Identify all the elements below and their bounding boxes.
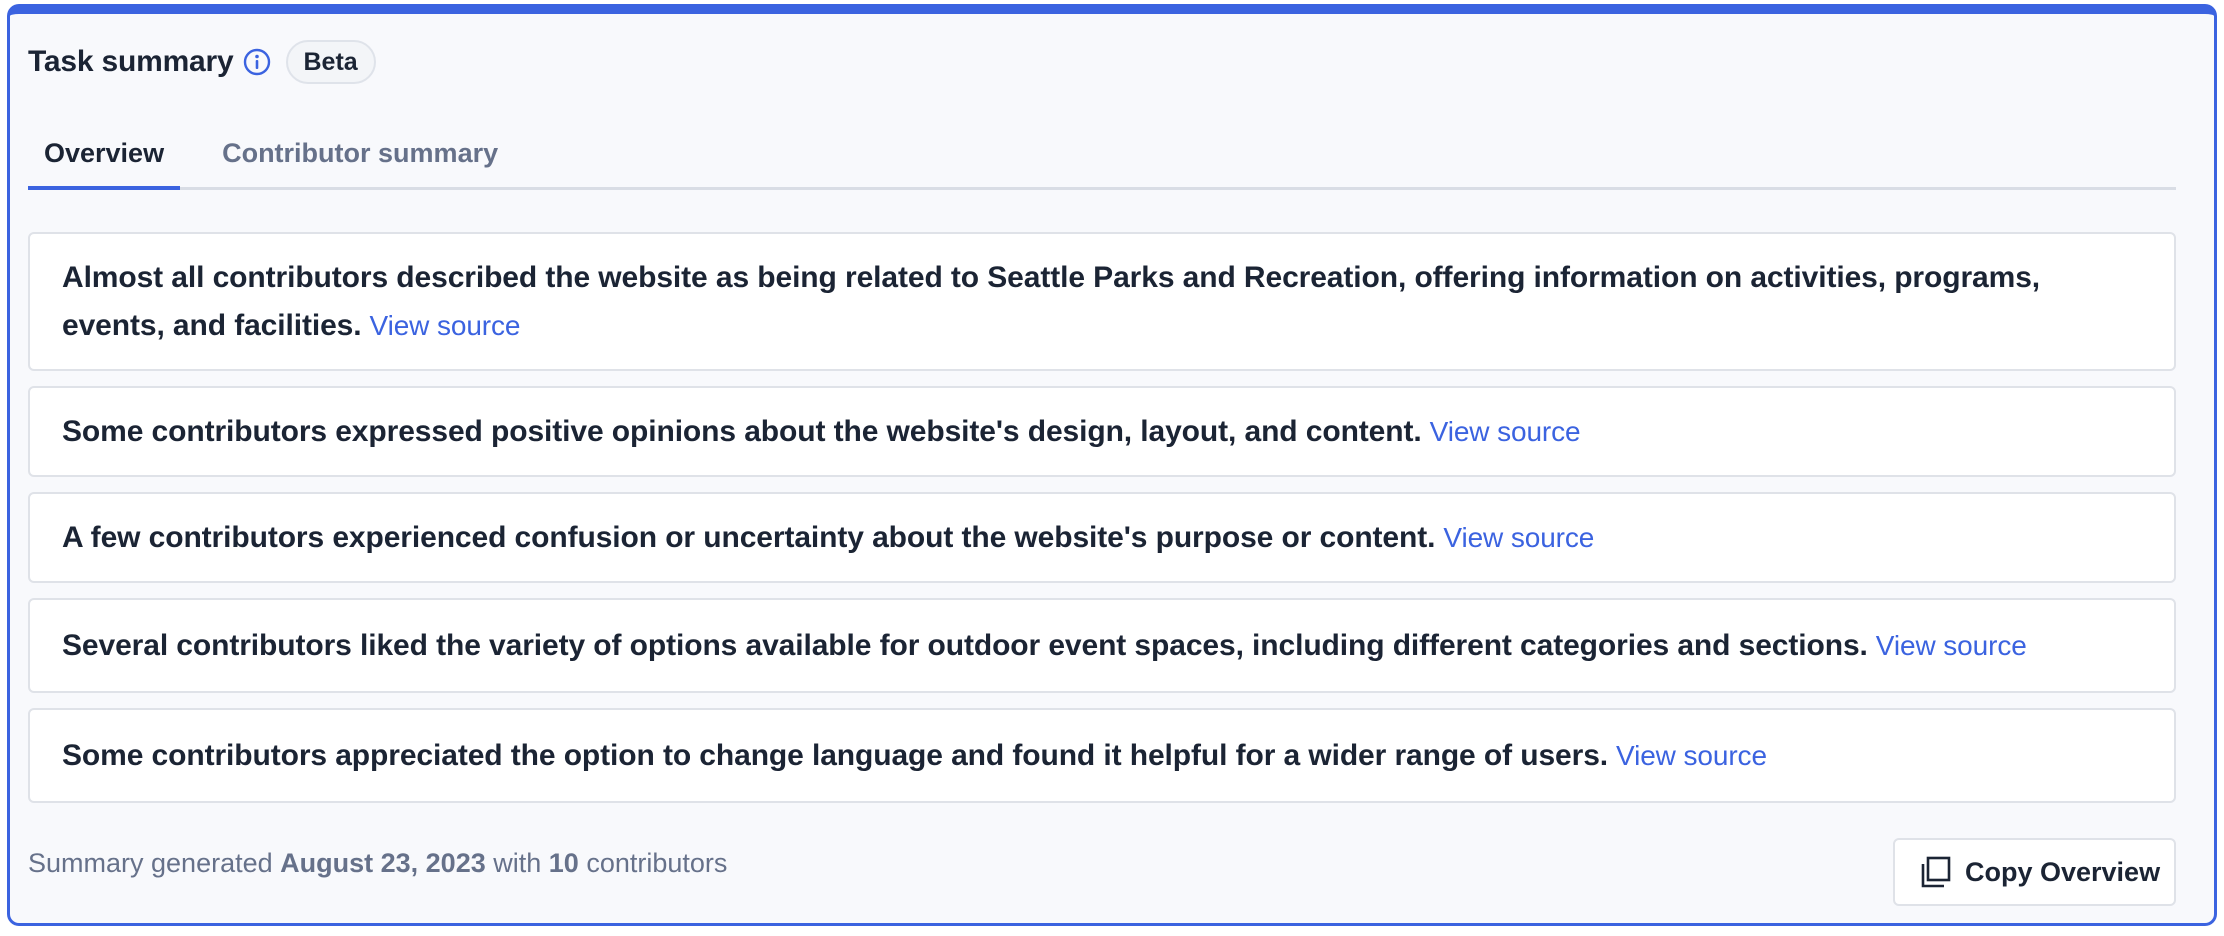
view-source-link[interactable]: View source	[1443, 522, 1594, 553]
footer-prefix: Summary generated	[28, 848, 273, 878]
info-circle-icon[interactable]	[242, 47, 272, 77]
summary-item: Several contributors liked the variety o…	[28, 598, 2176, 693]
summary-item-text: Almost all contributors described the we…	[62, 260, 2041, 342]
summary-item: Some contributors expressed positive opi…	[28, 386, 2176, 477]
tab-contributor-summary[interactable]: Contributor summary	[206, 122, 514, 187]
contributor-count: 10	[548, 848, 579, 878]
summary-item: A few contributors experienced confusion…	[28, 492, 2176, 583]
view-source-link[interactable]: View source	[1430, 416, 1581, 447]
copy-icon	[1917, 854, 1953, 890]
task-summary-header: Task summary Beta	[28, 38, 376, 86]
summary-item: Almost all contributors described the we…	[28, 232, 2176, 371]
copy-overview-button[interactable]: Copy Overview	[1893, 838, 2176, 906]
summary-item-text: Some contributors appreciated the option…	[62, 738, 1609, 772]
footer-middle: with	[493, 848, 542, 878]
summary-item-text: Some contributors expressed positive opi…	[62, 414, 1422, 448]
summary-item-text: A few contributors experienced confusion…	[62, 520, 1436, 554]
page-title: Task summary	[28, 45, 234, 78]
tab-bar: Overview Contributor summary	[28, 122, 2176, 190]
view-source-link[interactable]: View source	[1876, 630, 2027, 661]
tab-overview[interactable]: Overview	[28, 122, 181, 190]
summary-item-text: Several contributors liked the variety o…	[62, 628, 1868, 662]
generated-date: August 23, 2023	[280, 848, 486, 878]
view-source-link[interactable]: View source	[370, 310, 521, 341]
view-source-link[interactable]: View source	[1616, 740, 1767, 771]
beta-badge: Beta	[285, 40, 376, 84]
footer-suffix: contributors	[586, 848, 728, 878]
summary-generated-text: Summary generated August 23, 2023 with 1…	[28, 848, 727, 879]
summary-item: Some contributors appreciated the option…	[28, 708, 2176, 803]
copy-overview-label: Copy Overview	[1965, 856, 2161, 887]
